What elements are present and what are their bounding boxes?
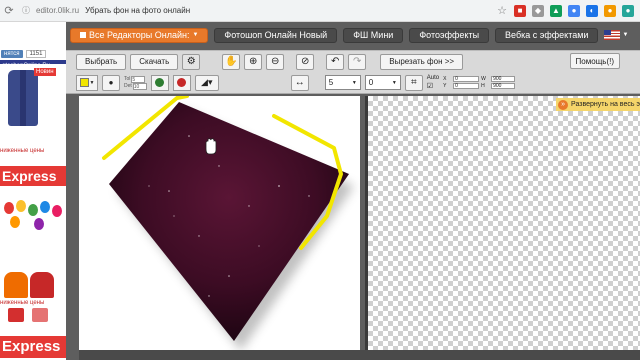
language-chevron-icon: ▼: [622, 32, 629, 38]
extension-orange-icon[interactable]: ●: [604, 4, 616, 17]
marker-color-picker[interactable]: ▼: [76, 74, 98, 91]
menu-square-icon: [80, 32, 86, 38]
nav-webcam-effects[interactable]: Вебка с эффектами: [495, 27, 599, 43]
x-input[interactable]: 0: [453, 76, 480, 82]
extensions: ☆ ■ ◆ ▲ ● ◐ ● ●: [496, 4, 640, 17]
nav-photo-effects[interactable]: Фотоэффекты: [409, 27, 490, 43]
select-file-button[interactable]: Выбрать: [76, 53, 127, 70]
undo-icon[interactable]: ↶: [326, 53, 345, 70]
ad-kids-clothes[interactable]: ниженные цены: [0, 268, 66, 340]
address-domain: editor.0lik.ru: [36, 6, 80, 15]
extension-blue-icon[interactable]: ◐: [586, 4, 598, 17]
auto-check-icon[interactable]: ☑: [427, 82, 439, 90]
brush-size-select[interactable]: 5 ▼: [324, 75, 361, 90]
ad-jacket[interactable]: Новин: [0, 64, 66, 132]
zoom-out-icon[interactable]: ⊖: [266, 53, 285, 70]
source-canvas[interactable]: [79, 96, 360, 350]
help-button[interactable]: Помощь(!): [569, 53, 620, 69]
nav-photoshop-new[interactable]: Фотошоп Онлайн Новый: [214, 27, 338, 43]
auto-crop: Auto ☑: [427, 75, 439, 90]
hand-tool-icon[interactable]: ✋: [222, 53, 241, 70]
redo-icon[interactable]: ↷: [348, 53, 367, 70]
vk-like-button[interactable]: нятся: [1, 50, 23, 58]
extension-green-icon[interactable]: ▲: [550, 4, 562, 17]
eraser-icon[interactable]: ◢▾: [194, 74, 219, 91]
all-editors-menu[interactable]: Все Редакторы Онлайн: ▼: [70, 27, 209, 43]
det-input[interactable]: 10: [132, 82, 147, 90]
ad-promo-text: ниженные цены: [0, 148, 45, 154]
h-label: H: [481, 83, 485, 89]
nav-fsh-mini[interactable]: ФШ Мини: [343, 27, 404, 43]
vk-like-count: 1151: [25, 50, 47, 58]
x-label: X: [443, 76, 447, 82]
address-bar[interactable]: ⓘ editor.0lik.ru Убрать фон на фото онла…: [22, 3, 190, 19]
y-label: Y: [443, 83, 447, 89]
address-title: Убрать фон на фото онлайн: [85, 6, 191, 15]
result-canvas[interactable]: » Развернуть на весь э: [368, 96, 640, 350]
extension-gray-icon[interactable]: ◆: [532, 4, 544, 17]
extension-teal-icon[interactable]: ●: [622, 4, 634, 17]
ads-column: нятся 1151 otoshopOnline.Ru Новин ниженн…: [0, 22, 66, 360]
select-chevron-icon: ▼: [351, 79, 357, 86]
brush-size-value: 5: [328, 78, 334, 87]
ad-express-banner[interactable]: Express: [0, 336, 66, 358]
brush-value-select[interactable]: 0 ▼: [364, 75, 401, 90]
crop-icon[interactable]: ⌗: [404, 74, 423, 91]
lock-icon: ⓘ: [22, 6, 30, 15]
tool-options-bar: ▼ ● Tol 5 Det 10 ◢▾ ↔ 5 ▼ 0 ▼ ⌗ Auto ☑ X…: [66, 72, 640, 94]
det-label: Det: [124, 82, 132, 89]
star-icon[interactable]: ☆: [496, 5, 508, 17]
auto-label: Auto: [426, 75, 440, 81]
extension-shield-icon[interactable]: ●: [568, 4, 580, 17]
download-button[interactable]: Скачать: [130, 53, 179, 70]
ad-sale-banner[interactable]: ниженные цены Express: [0, 134, 66, 196]
us-flag-icon: [604, 30, 621, 40]
hand-cursor-icon: [205, 138, 217, 155]
y-input[interactable]: 0: [453, 83, 480, 89]
remove-area-button[interactable]: [172, 74, 191, 91]
ad-new-badge: Новин: [34, 68, 56, 76]
tolerance-settings: Tol 5 Det 10: [124, 75, 147, 90]
h-input[interactable]: 900: [491, 83, 516, 89]
status-strip: [79, 350, 640, 360]
chevron-down-icon: ▼: [192, 32, 199, 38]
w-label: W: [481, 76, 486, 82]
tol-input[interactable]: 5: [131, 75, 146, 83]
gear-icon[interactable]: ⚙: [182, 53, 201, 70]
brush-icon[interactable]: ●: [102, 74, 120, 91]
extension-red-icon[interactable]: ■: [514, 4, 526, 17]
select-chevron-icon-2: ▼: [391, 79, 397, 86]
reset-icon[interactable]: ⊘: [296, 53, 315, 70]
tol-label: Tol: [124, 75, 131, 82]
expand-fullscreen-button[interactable]: » Развернуть на весь э: [556, 98, 640, 111]
vk-widget: нятся 1151: [0, 48, 66, 60]
reload-icon[interactable]: ⟳: [0, 2, 18, 20]
editor: Все Редакторы Онлайн: ▼ Фотошоп Онлайн Н…: [66, 22, 640, 360]
swatch-chevron-icon: ▼: [89, 79, 95, 86]
arrows-icon[interactable]: ↔: [290, 74, 309, 91]
keep-area-button[interactable]: [150, 74, 169, 91]
language-selector[interactable]: ▼: [604, 30, 628, 40]
w-input[interactable]: 900: [491, 76, 516, 82]
red-dot-icon: [177, 78, 187, 87]
cut-background-button[interactable]: Вырезать фон >>: [380, 53, 464, 70]
source-image: [102, 96, 354, 350]
yellow-swatch: [79, 78, 89, 87]
ad-express-text: Express: [0, 166, 66, 186]
crop-coordinates: X 0 W 900 Y 0 H 900: [443, 76, 516, 89]
all-editors-label: Все Редакторы Онлайн:: [89, 30, 190, 40]
green-dot-icon: [155, 78, 165, 87]
expand-label: Развернуть на весь э: [571, 101, 640, 108]
top-nav: Все Редакторы Онлайн: ▼ Фотошоп Онлайн Н…: [66, 25, 640, 45]
ad-promo-text-2: ниженные цены: [0, 300, 45, 306]
main-toolbar: Выбрать Скачать ⚙ ✋ ⊕ ⊖ ⊘ ↶ ↷ Вырезать ф…: [66, 50, 640, 72]
zoom-in-icon[interactable]: ⊕: [244, 53, 263, 70]
ad-balloons[interactable]: [0, 198, 66, 266]
arrow-right-icon: »: [558, 99, 569, 110]
brush-value: 0: [368, 78, 374, 87]
browser-bar: ⟳ ⓘ editor.0lik.ru Убрать фон на фото он…: [0, 0, 640, 22]
